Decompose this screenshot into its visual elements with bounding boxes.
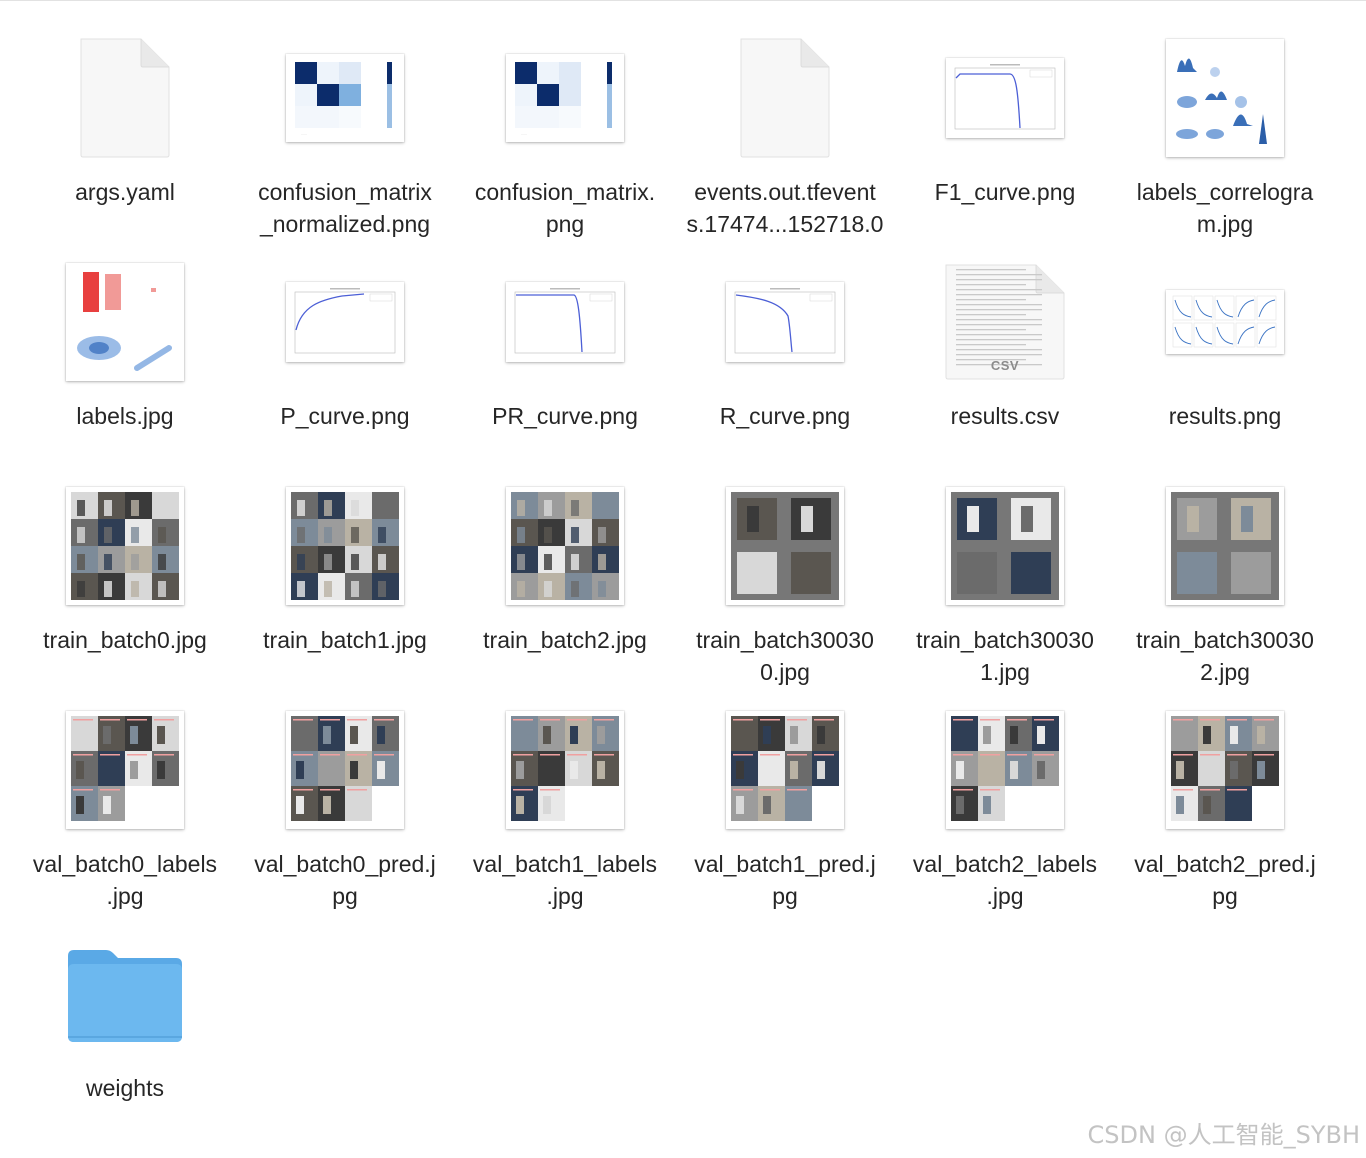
- jpg-thumbnail-icon: [1115, 476, 1335, 616]
- file-name-label: P_curve.png: [280, 403, 410, 429]
- folder-icon: [15, 924, 235, 1064]
- file-name-label: val_batch2_pred.j pg: [1134, 851, 1316, 909]
- file-item[interactable]: train_batch1.jpg: [235, 454, 455, 678]
- png-thumbnail-icon: [235, 252, 455, 392]
- file-name-label: R_curve.png: [719, 403, 851, 429]
- yaml-file-icon: [15, 28, 235, 168]
- png-thumbnail-icon: [455, 252, 675, 392]
- file-icon-grid: args.yaml ······ confusion_matrix _norma…: [15, 0, 1335, 1130]
- file-item[interactable]: labels.jpg: [15, 230, 235, 454]
- svg-text:······: ······: [521, 132, 527, 136]
- jpg-thumbnail-icon: [1115, 28, 1335, 168]
- file-item[interactable]: val_batch1_labels .jpg: [455, 678, 675, 909]
- file-item[interactable]: args.yaml: [15, 6, 235, 230]
- file-name-label: train_batch2.jpg: [483, 627, 647, 653]
- file-item[interactable]: val_batch0_pred.j pg: [235, 678, 455, 909]
- file-item[interactable]: weights: [15, 902, 235, 1126]
- file-item[interactable]: labels_correlogra m.jpg: [1115, 6, 1335, 237]
- file-name-label: F1_curve.png: [934, 179, 1076, 205]
- file-item[interactable]: events.out.tfevent s.17474...152718.0: [675, 6, 895, 237]
- file-name-label: PR_curve.png: [492, 403, 638, 429]
- jpg-thumbnail-icon: [15, 252, 235, 392]
- file-item[interactable]: train_batch30030 1.jpg: [895, 454, 1115, 685]
- file-name-label: val_batch1_pred.j pg: [694, 851, 876, 909]
- svg-text:······: ······: [301, 132, 307, 136]
- file-name-label: val_batch2_labels .jpg: [912, 851, 1098, 909]
- jpg-thumbnail-icon: [895, 476, 1115, 616]
- file-item[interactable]: val_batch2_pred.j pg: [1115, 678, 1335, 909]
- file-item[interactable]: CSV results.csv: [895, 230, 1115, 454]
- file-item[interactable]: val_batch0_labels .jpg: [15, 678, 235, 909]
- file-item[interactable]: val_batch1_pred.j pg: [675, 678, 895, 909]
- jpg-thumbnail-icon: [15, 700, 235, 840]
- file-name-label: weights: [86, 1075, 164, 1101]
- png-thumbnail-icon: [895, 28, 1115, 168]
- file-item[interactable]: train_batch30030 0.jpg: [675, 454, 895, 685]
- jpg-thumbnail-icon: [15, 476, 235, 616]
- file-item[interactable]: train_batch0.jpg: [15, 454, 235, 678]
- file-name-label: val_batch0_pred.j pg: [254, 851, 436, 909]
- file-item[interactable]: ······ confusion_matrix _normalized.png: [235, 6, 455, 237]
- file-item[interactable]: val_batch2_labels .jpg: [895, 678, 1115, 909]
- file-item[interactable]: R_curve.png: [675, 230, 895, 454]
- watermark: CSDN @人工智能_SYBH: [1087, 1121, 1360, 1149]
- jpg-thumbnail-icon: [235, 476, 455, 616]
- csv-badge: CSV: [990, 358, 1020, 373]
- file-name-label: train_batch1.jpg: [263, 627, 427, 653]
- file-item[interactable]: PR_curve.png: [455, 230, 675, 454]
- file-name-label: results.png: [1168, 403, 1282, 429]
- csv-file-icon: CSV: [895, 252, 1115, 392]
- jpg-thumbnail-icon: [455, 700, 675, 840]
- png-thumbnail-icon: [1115, 252, 1335, 392]
- jpg-thumbnail-icon: [235, 700, 455, 840]
- png-thumbnail-icon: ······: [455, 28, 675, 168]
- file-item[interactable]: train_batch30030 2.jpg: [1115, 454, 1335, 685]
- file-name-label: val_batch1_labels .jpg: [472, 851, 658, 909]
- jpg-thumbnail-icon: [895, 700, 1115, 840]
- file-name-label: args.yaml: [75, 179, 175, 205]
- file-item[interactable]: F1_curve.png: [895, 6, 1115, 230]
- file-item[interactable]: results.png: [1115, 230, 1335, 454]
- file-name-label: labels.jpg: [76, 403, 174, 429]
- file-item[interactable]: ······ confusion_matrix. png: [455, 6, 675, 237]
- jpg-thumbnail-icon: [675, 476, 895, 616]
- file-name-label: results.csv: [950, 403, 1060, 429]
- file-name-label: train_batch0.jpg: [43, 627, 207, 653]
- tfevents-file-icon: [675, 28, 895, 168]
- jpg-thumbnail-icon: [1115, 700, 1335, 840]
- png-thumbnail-icon: [675, 252, 895, 392]
- file-item[interactable]: P_curve.png: [235, 230, 455, 454]
- jpg-thumbnail-icon: [455, 476, 675, 616]
- jpg-thumbnail-icon: [675, 700, 895, 840]
- file-item[interactable]: train_batch2.jpg: [455, 454, 675, 678]
- png-thumbnail-icon: ······: [235, 28, 455, 168]
